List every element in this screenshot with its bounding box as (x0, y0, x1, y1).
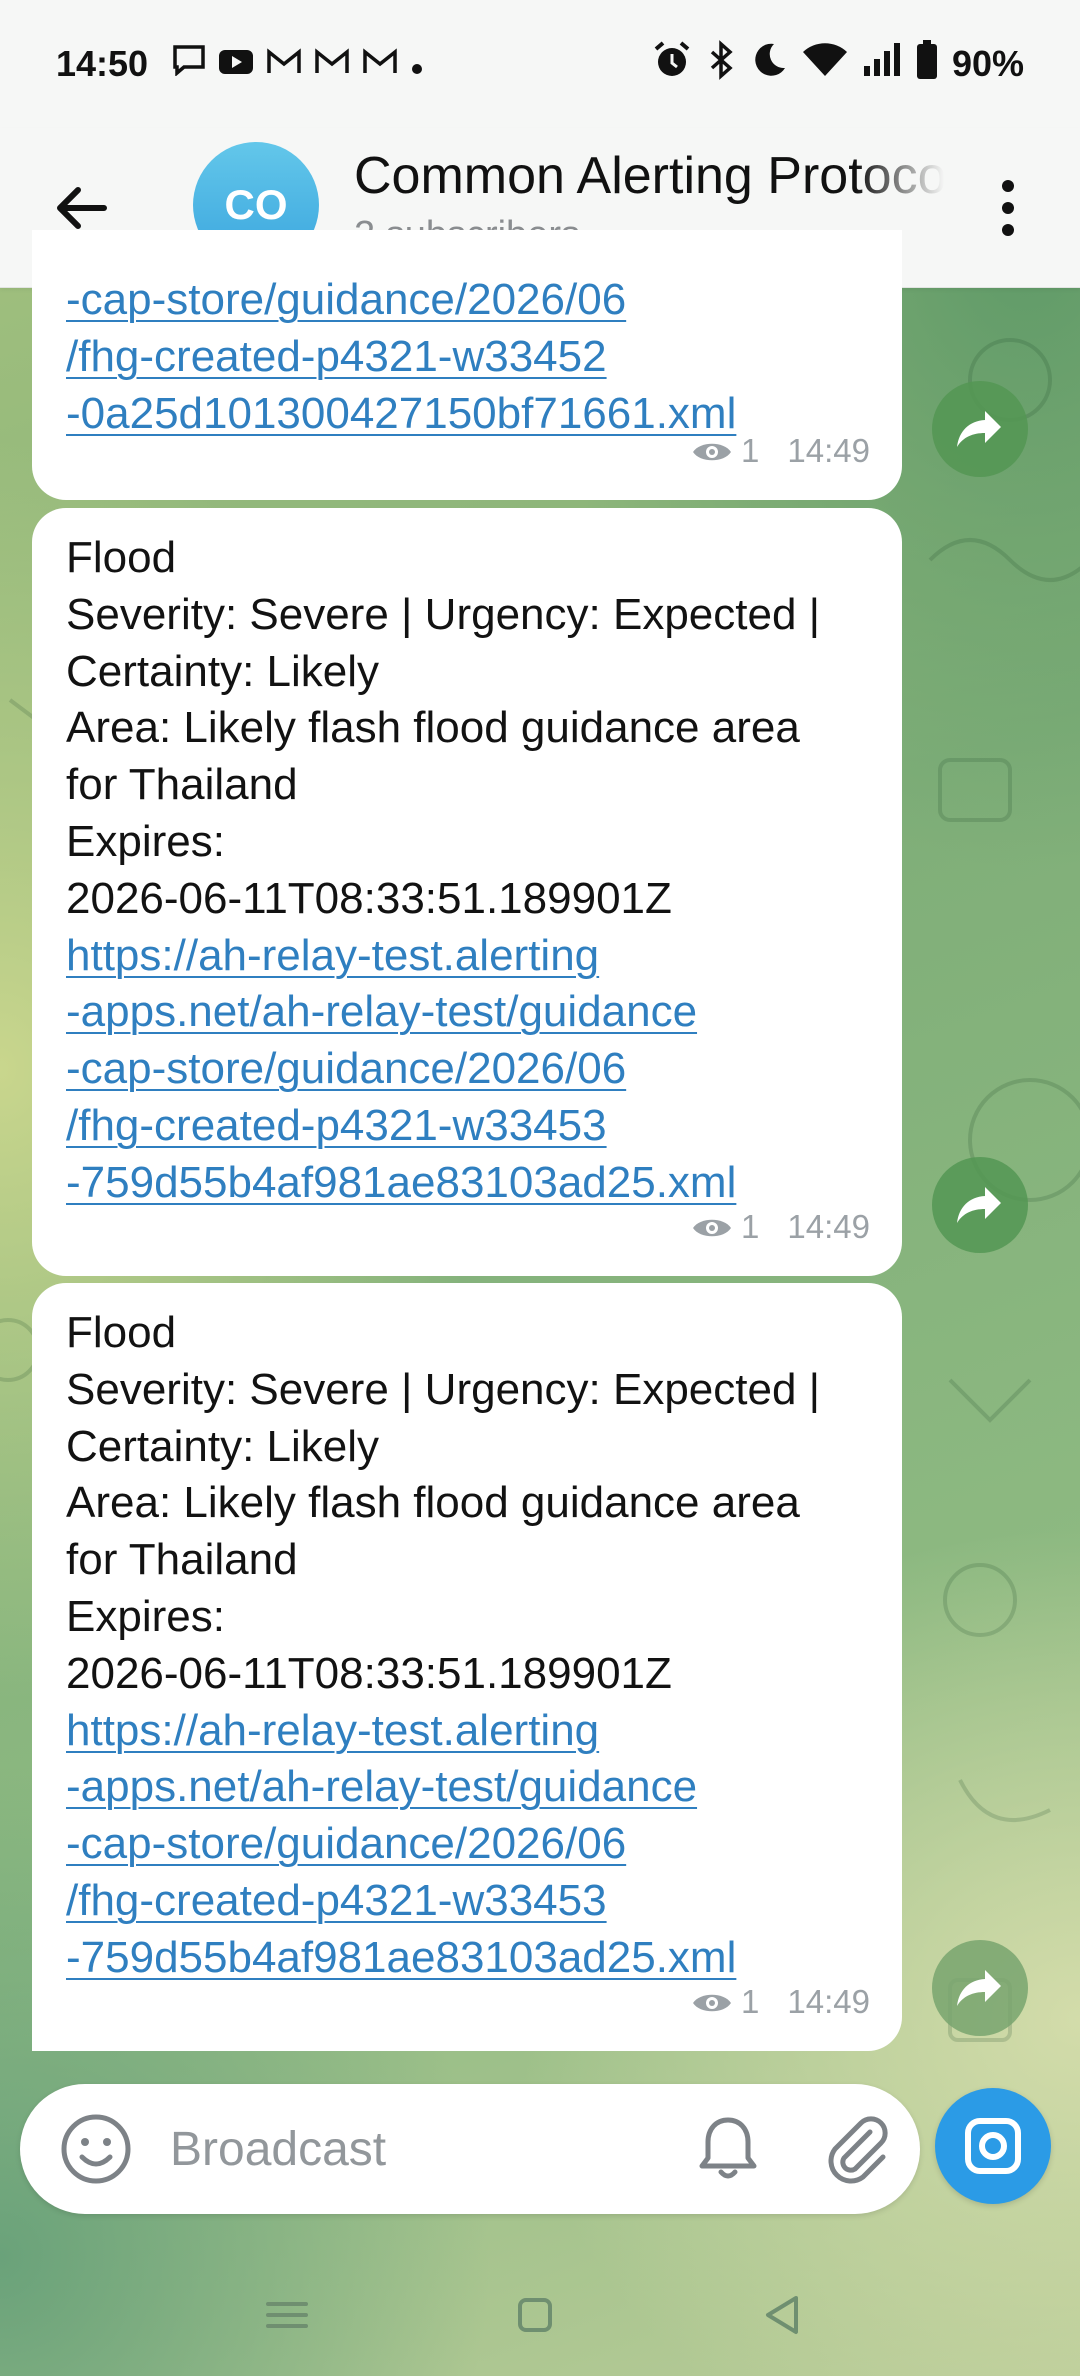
smiley-icon (61, 2114, 131, 2184)
emoji-button[interactable] (58, 2111, 134, 2187)
message-link-line[interactable]: -cap-store/guidance/2026/06 (66, 272, 868, 329)
camera-icon (965, 2118, 1021, 2174)
message-text-line: for Thailand (66, 760, 298, 810)
alarm-icon (652, 40, 692, 89)
view-count: 1 (741, 1983, 760, 2021)
message-link-line[interactable]: -apps.net/ah-relay-test/guidance (66, 984, 868, 1041)
message-link-line[interactable]: /fhg-created-p4321-w33453 (66, 1098, 868, 1155)
message-text-line: Severity: Severe | Urgency: Expected | (66, 1364, 821, 1414)
view-count: 1 (741, 1208, 760, 1246)
message-time: 14:49 (787, 1983, 870, 2021)
message-text-line: 2026-06-11T08:33:51.189901Z (66, 873, 672, 923)
message-link-line[interactable]: https://ah-relay-test.alerting (66, 928, 868, 985)
message-link-line[interactable]: -cap-store/guidance/2026/06 (66, 1041, 868, 1098)
more-menu-button[interactable] (982, 172, 1034, 244)
message-text-line: for Thailand (66, 1535, 298, 1585)
share-button[interactable] (932, 381, 1028, 477)
message-link-line[interactable]: /fhg-created-p4321-w33452 (66, 329, 868, 386)
bell-icon (699, 2117, 757, 2179)
wifi-icon (802, 42, 848, 87)
eye-icon (693, 443, 732, 460)
back-nav-button[interactable] (748, 2280, 818, 2350)
triangle-back-icon (766, 2296, 798, 2334)
bluetooth-icon (706, 39, 736, 89)
message-text-line: Flood (66, 533, 177, 582)
message-text-line: Expires: (66, 1591, 225, 1641)
share-arrow-icon (957, 1187, 1001, 1223)
message-text-line: Area: Likely flash flood guidance area (66, 703, 800, 753)
message-bubble[interactable]: Flood Severity: Severe | Urgency: Expect… (32, 1283, 902, 2051)
message-bubble[interactable]: Flood Severity: Severe | Urgency: Expect… (32, 508, 902, 1276)
message-text-line: Area: Likely flash flood guidance area (66, 1478, 800, 1528)
eye-icon (693, 1994, 732, 2011)
message-text-line: Certainty: Likely (66, 646, 380, 696)
share-arrow-icon (957, 411, 1001, 447)
home-button[interactable] (500, 2280, 570, 2350)
message-link-line[interactable]: -cap-store/guidance/2026/06 (66, 1816, 868, 1873)
attach-button[interactable] (816, 2108, 896, 2188)
battery-icon (916, 39, 938, 89)
camera-button[interactable] (935, 2088, 1051, 2204)
message-text-line: Expires: (66, 816, 225, 866)
message-meta: 1 14:49 (691, 1974, 870, 2031)
gmail-icon (314, 43, 350, 85)
channel-title[interactable]: Common Alerting Protocol (354, 146, 944, 206)
message-composer (20, 2084, 920, 2214)
status-time: 14:50 (56, 43, 149, 84)
silent-broadcast-toggle[interactable] (688, 2108, 768, 2188)
chat-bubble-icon (172, 43, 206, 85)
paperclip-icon (828, 2116, 888, 2184)
share-arrow-icon (957, 1970, 1001, 2006)
youtube-icon (218, 43, 254, 85)
message-link-line[interactable]: -apps.net/ah-relay-test/guidance (66, 1759, 868, 1816)
eye-icon (693, 1219, 732, 1236)
share-button[interactable] (932, 1940, 1028, 2036)
message-text-line: Severity: Severe | Urgency: Expected | (66, 589, 821, 639)
share-button[interactable] (932, 1157, 1028, 1253)
recent-apps-button[interactable] (252, 2280, 322, 2350)
message-text-line: Certainty: Likely (66, 1421, 380, 1471)
system-nav-bar (0, 2250, 1080, 2376)
more-vertical-icon (1002, 180, 1014, 236)
message-meta: 1 14:49 (691, 1199, 870, 1256)
dot-icon (410, 43, 424, 85)
broadcast-input[interactable] (170, 2118, 530, 2180)
battery-percent: 90% (951, 43, 1024, 84)
gmail-icon (362, 43, 398, 85)
message-bubble[interactable]: -cap-store/guidance/2026/06 /fhg-created… (32, 230, 902, 500)
gmail-icon (266, 43, 302, 85)
message-time: 14:49 (787, 1208, 870, 1246)
menu-lines-icon (266, 2302, 308, 2328)
view-count: 1 (741, 432, 760, 470)
message-time: 14:49 (787, 432, 870, 470)
message-link-line[interactable]: /fhg-created-p4321-w33453 (66, 1873, 868, 1930)
message-link-line[interactable]: https://ah-relay-test.alerting (66, 1703, 868, 1760)
status-bar: 14:50 90% (0, 0, 1080, 128)
signal-icon (862, 42, 902, 87)
message-text-line: 2026-06-11T08:33:51.189901Z (66, 1648, 672, 1698)
message-text-line: Flood (66, 1308, 177, 1357)
message-meta: 1 14:49 (691, 423, 870, 480)
square-icon (518, 2298, 552, 2332)
do-not-disturb-icon (750, 41, 788, 88)
